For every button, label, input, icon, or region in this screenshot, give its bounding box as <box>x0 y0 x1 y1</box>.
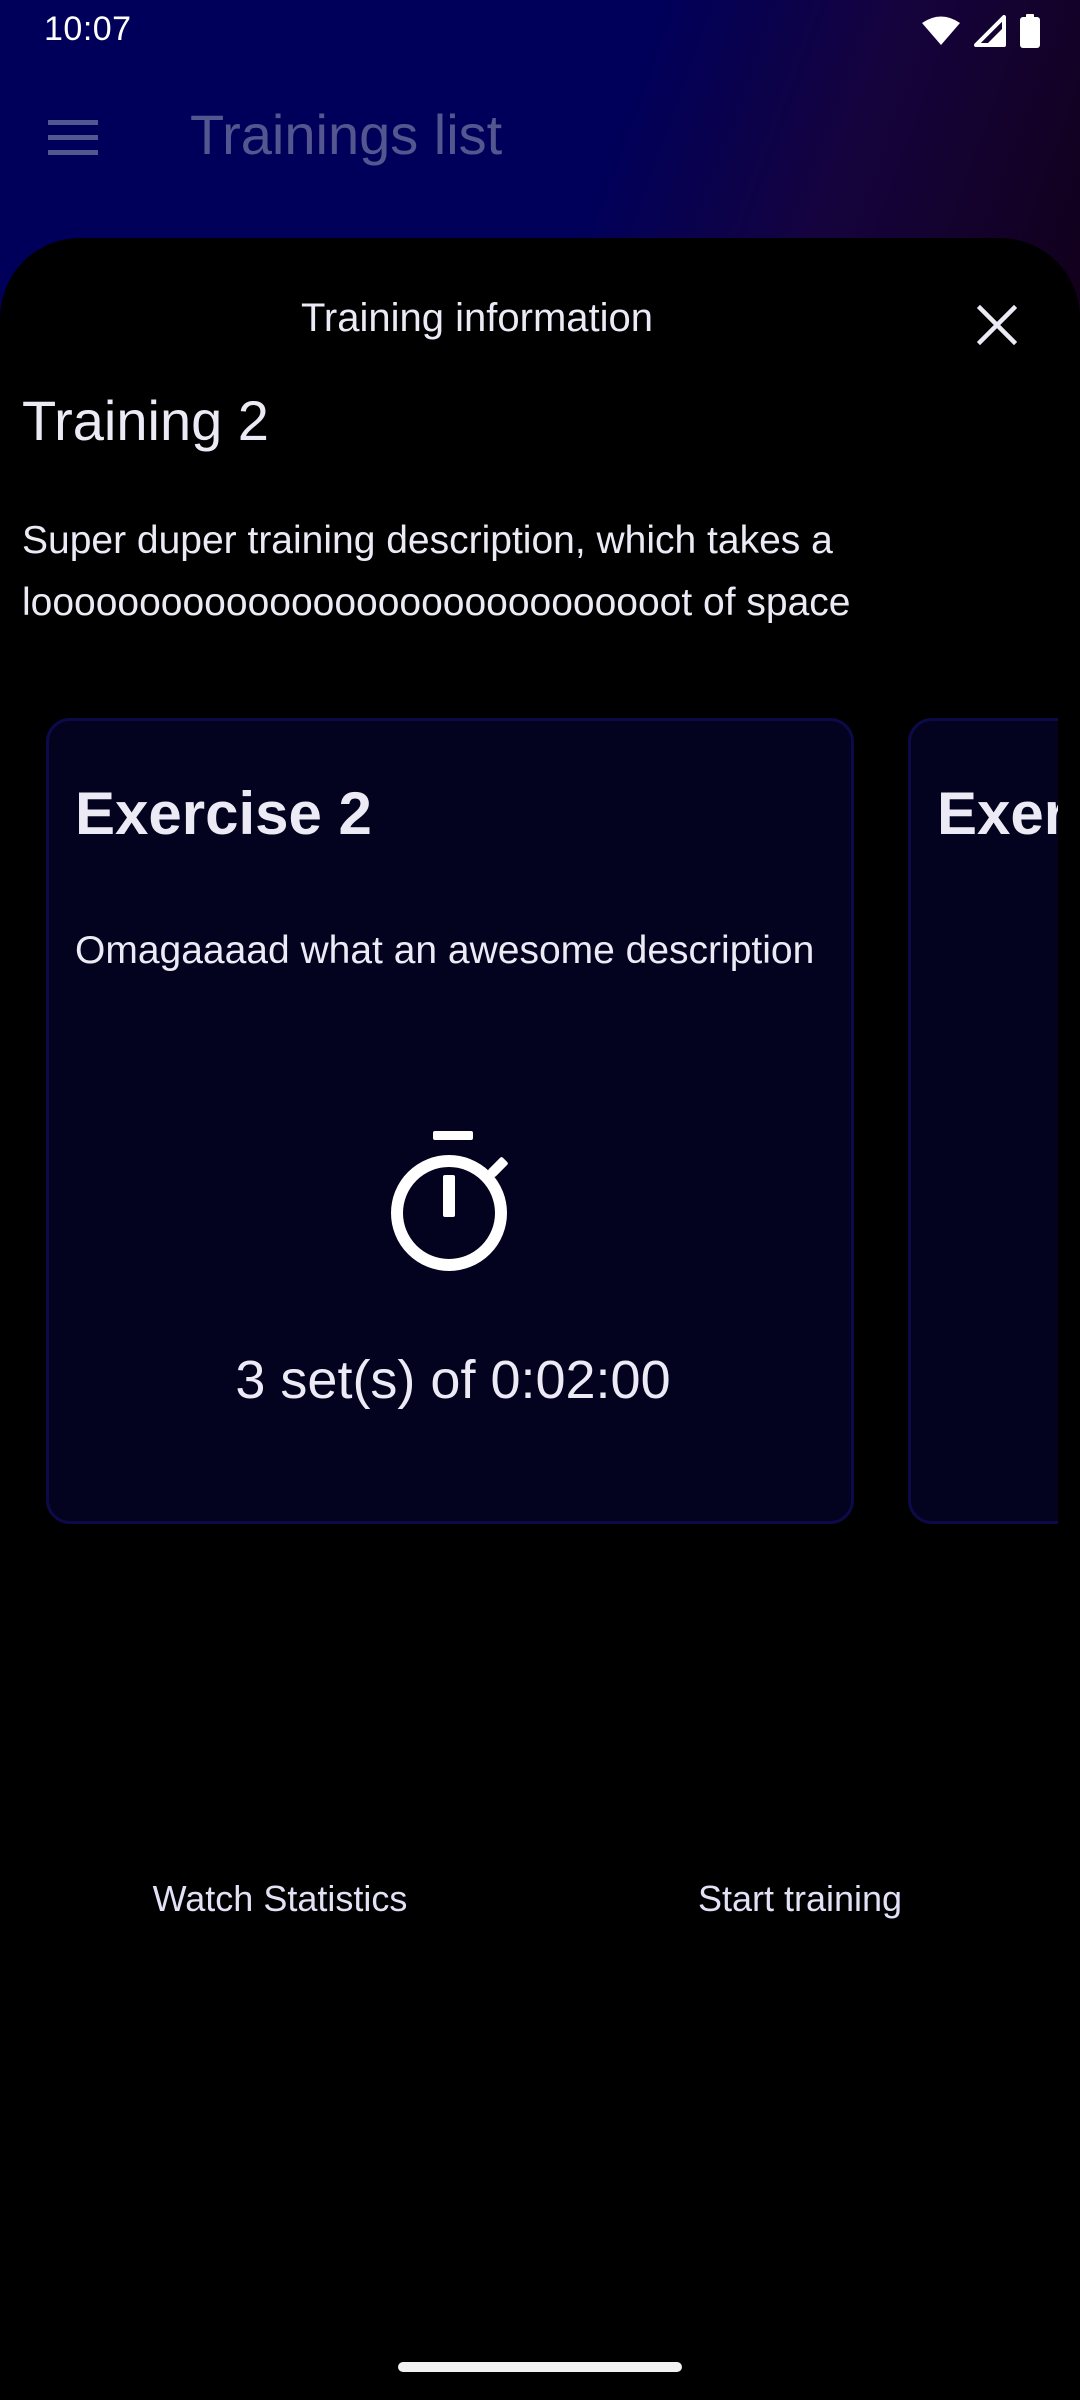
status-icons <box>922 14 1040 48</box>
app-bar: Trainings list <box>0 70 1080 200</box>
gesture-bar[interactable] <box>398 2362 682 2372</box>
screen: 10:07 Trainings list Training informatio… <box>0 0 1080 2400</box>
watch-statistics-button[interactable]: Watch Statistics <box>100 1878 460 1938</box>
exercise-title: Exercise <box>937 780 1058 847</box>
exercise-description: Omagaaaad what an awesome description <box>75 929 815 972</box>
training-description: Super duper training description, which … <box>22 519 851 624</box>
battery-icon <box>1020 14 1040 48</box>
sheet-header: Training information <box>0 238 1080 368</box>
exercise-sets: 3 set(s) of 0:02:00 <box>235 1350 671 1410</box>
close-button[interactable] <box>962 290 1032 360</box>
exercise-card[interactable]: Exercise 2 Omagaaaad what an awesome des… <box>46 718 854 1524</box>
sheet-title: Training information <box>300 296 653 340</box>
signal-icon <box>974 15 1006 47</box>
close-icon <box>977 305 1017 345</box>
menu-icon[interactable] <box>48 120 98 156</box>
training-info-sheet: Training information Training 2 Super du… <box>0 238 1080 2400</box>
status-time: 10:07 <box>44 10 132 48</box>
status-bar: 10:07 <box>0 0 1080 62</box>
wifi-icon <box>922 16 960 46</box>
exercise-card-next[interactable]: Exercise <box>908 718 1058 1524</box>
training-name: Training 2 <box>22 389 269 452</box>
start-training-button[interactable]: Start training <box>620 1878 980 1938</box>
timer-icon <box>389 1131 517 1275</box>
exercise-carousel[interactable]: Exercise 2 Omagaaaad what an awesome des… <box>0 718 1058 1530</box>
app-title: Trainings list <box>190 103 503 166</box>
exercise-title: Exercise 2 <box>75 780 372 847</box>
